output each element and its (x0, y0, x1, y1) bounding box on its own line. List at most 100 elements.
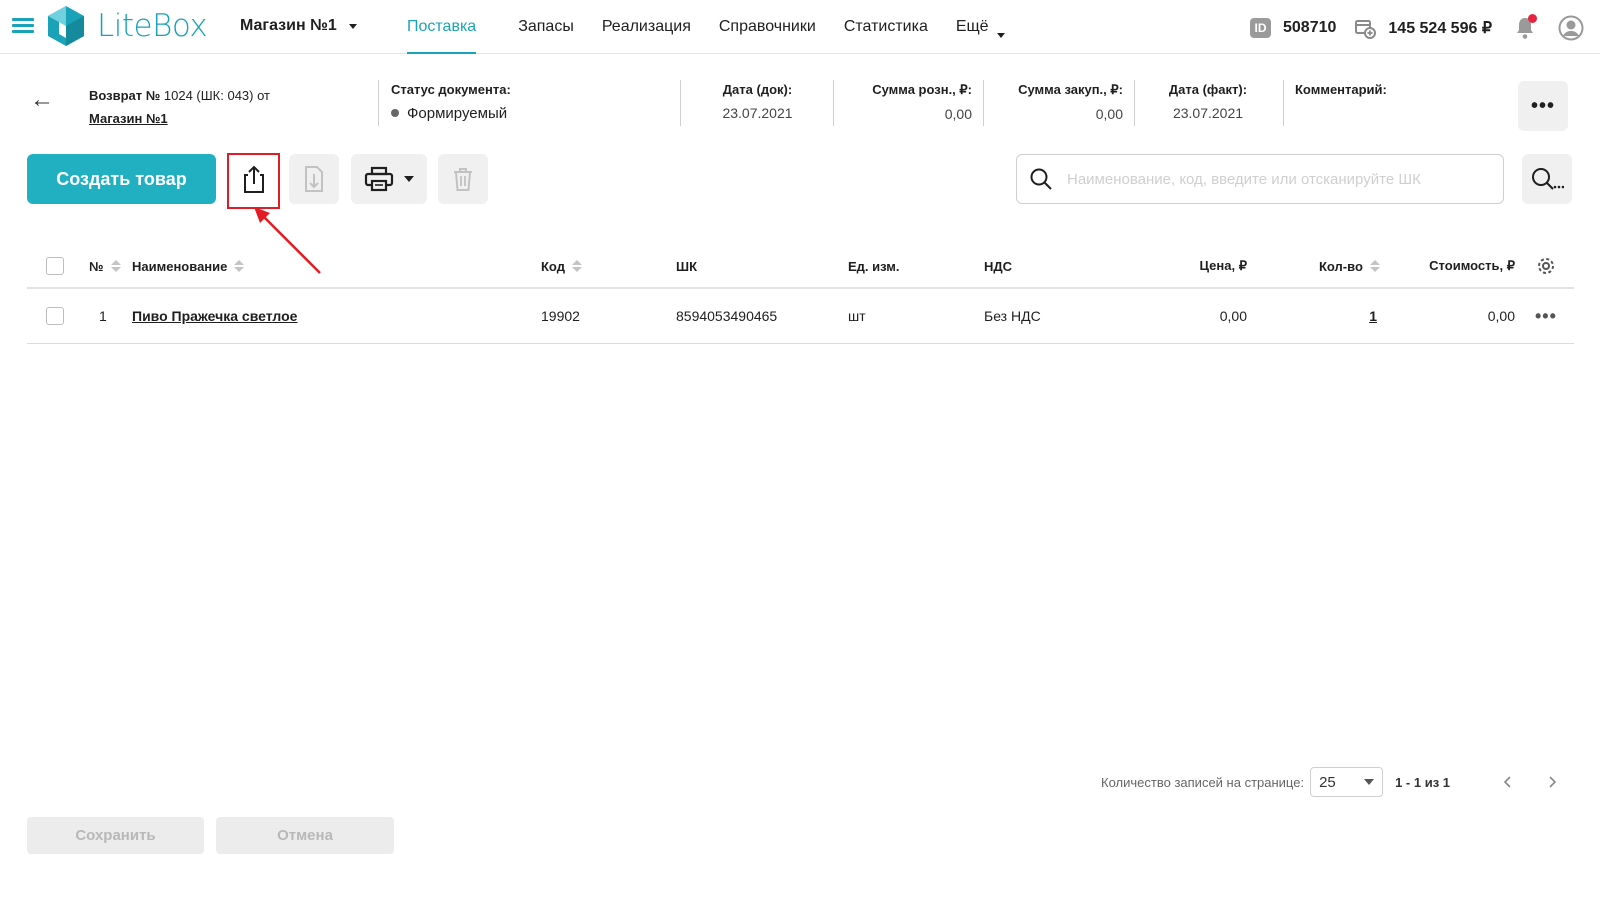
menu-icon[interactable] (12, 18, 34, 34)
divider (680, 80, 681, 126)
trash-icon (454, 168, 472, 191)
status-label: Статус документа: (391, 82, 511, 97)
row-qty-link[interactable]: 1 (1369, 308, 1377, 324)
nav-item-more[interactable]: Ещё (942, 0, 1019, 54)
doc-date-value: 23.07.2021 (722, 105, 793, 121)
doc-date-label: Дата (док): (722, 82, 793, 97)
fact-date-label: Дата (факт): (1168, 82, 1248, 97)
col-num: № (89, 258, 104, 274)
chevron-down-icon (348, 23, 357, 29)
select-all-checkbox[interactable] (46, 257, 64, 275)
delete-button[interactable] (438, 154, 488, 204)
prev-page-icon[interactable] (1501, 775, 1515, 789)
nav-label: Справочники (718, 18, 816, 35)
export-highlight-box (227, 153, 280, 209)
products-table: № Наименование Код ШК Ед. изм. НДС Цена,… (27, 245, 1574, 344)
col-name: Наименование (132, 258, 228, 274)
chevron-down-icon (1364, 779, 1375, 785)
row-num: 1 (99, 308, 107, 324)
main-nav: Поставка Запасы Реализация Справочники С… (407, 0, 1019, 54)
divider (983, 80, 984, 126)
nav-label: Поставка (407, 18, 477, 35)
divider (833, 80, 834, 126)
sort-icon[interactable] (110, 260, 121, 272)
col-price: Цена, ₽ (1199, 258, 1247, 273)
print-button[interactable] (351, 154, 427, 204)
logo-text: LiteBox (97, 8, 208, 44)
divider (378, 80, 379, 126)
gear-icon[interactable] (1536, 256, 1556, 276)
per-page-value: 25 (1319, 773, 1336, 791)
store-name: Магазин №1 (240, 17, 337, 34)
nav-item-statistics[interactable]: Статистика (830, 0, 942, 54)
per-page-select[interactable]: 25 (1310, 767, 1384, 797)
nav-item-delivery[interactable]: Поставка (407, 0, 477, 54)
search-box (1016, 154, 1504, 204)
purchase-sum-block: Сумма закуп., ₽: 0,00 (990, 82, 1123, 122)
nav-item-references[interactable]: Справочники (705, 0, 830, 54)
notifications-bell-icon[interactable] (1514, 14, 1537, 40)
retail-sum-value: 0,00 (944, 106, 972, 122)
doc-title-prefix: Возврат № (89, 88, 161, 103)
row-barcode: 8594053490465 (676, 308, 778, 324)
document-store-link[interactable]: Магазин №1 (89, 107, 270, 130)
row-more-button[interactable]: ••• (1535, 306, 1557, 327)
pagination: Количество записей на странице: 25 1 - 1… (1101, 767, 1574, 797)
row-checkbox[interactable] (46, 307, 64, 325)
store-selector[interactable]: Магазин №1 (240, 17, 357, 35)
sort-icon[interactable] (571, 260, 582, 272)
create-product-button[interactable]: Создать товар (27, 154, 216, 204)
row-price: 0,00 (1219, 308, 1247, 324)
chevron-down-icon (996, 33, 1005, 38)
nav-item-stock[interactable]: Запасы (504, 0, 588, 54)
litebox-logo-icon (48, 6, 84, 46)
document-title: Возврат № 1024 (ШК: 043) от Магазин №1 (89, 84, 270, 130)
chevron-down-icon (404, 176, 414, 182)
advanced-search-icon (1532, 168, 1564, 190)
logo[interactable]: LiteBox (45, 4, 208, 48)
document-more-button[interactable]: ••• (1518, 81, 1568, 131)
row-code: 19902 (541, 308, 580, 324)
next-page-icon[interactable] (1545, 775, 1559, 789)
import-button[interactable] (289, 154, 339, 204)
top-bar: LiteBox Магазин №1 Поставка Запасы Реали… (0, 0, 1600, 54)
product-name-link[interactable]: Пиво Пражечка светлое (132, 308, 297, 324)
fact-date-value: 23.07.2021 (1172, 105, 1244, 121)
id-icon: ID (1250, 18, 1271, 38)
account-id: 508710 (1283, 19, 1337, 36)
back-arrow-icon[interactable]: ← (30, 86, 54, 114)
save-button[interactable]: Сохранить (27, 817, 204, 854)
status-dot-icon (391, 109, 399, 117)
table-header: № Наименование Код ШК Ед. изм. НДС Цена,… (27, 245, 1574, 289)
col-qty: Кол-во (1319, 258, 1363, 274)
retail-sum-label: Сумма розн., ₽: (872, 82, 972, 97)
row-unit: шт (848, 308, 866, 324)
wallet-icon[interactable] (1354, 17, 1377, 39)
notification-dot (1528, 14, 1537, 23)
purchase-sum-label: Сумма закуп., ₽: (1018, 82, 1123, 97)
purchase-sum-value: 0,00 (1095, 106, 1123, 122)
col-barcode: ШК (676, 258, 697, 274)
advanced-search-button[interactable] (1522, 154, 1572, 204)
nav-item-sales[interactable]: Реализация (588, 0, 705, 54)
status-value: Формируемый (407, 105, 508, 122)
search-icon (1030, 168, 1052, 190)
divider (1134, 80, 1135, 126)
nav-label: Статистика (843, 18, 928, 35)
table-row[interactable]: 1 Пиво Пражечка светлое 19902 8594053490… (27, 289, 1574, 344)
nav-label: Ещё (955, 18, 989, 35)
search-input[interactable] (1067, 170, 1467, 188)
fact-date-block: Дата (факт): 23.07.2021 (1152, 82, 1264, 121)
sort-icon[interactable] (234, 260, 245, 272)
import-file-icon (305, 166, 323, 192)
user-avatar-icon[interactable] (1558, 15, 1584, 41)
cancel-button[interactable]: Отмена (216, 817, 394, 854)
doc-title-rest: 1024 (ШК: 043) от (163, 88, 270, 103)
row-cost: 0,00 (1487, 308, 1515, 324)
sort-icon[interactable] (1369, 260, 1380, 272)
comment-label: Комментарий: (1295, 82, 1387, 97)
balance: 145 524 596 ₽ (1388, 20, 1492, 37)
account-area: ID 508710 145 524 596 ₽ (1250, 14, 1584, 41)
nav-label: Реализация (601, 18, 691, 35)
printer-icon (364, 166, 394, 192)
